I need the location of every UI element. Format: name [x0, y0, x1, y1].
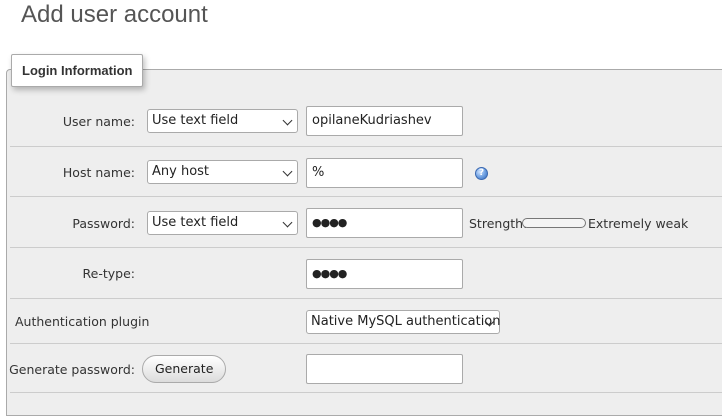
- strength-label: Strength:: [469, 216, 528, 231]
- strength-value: Extremely weak: [588, 216, 689, 231]
- username-row: User name: Use text field opilaneKudrias…: [10, 96, 722, 146]
- password-row: Password: Use text field ●●●● Strength: …: [10, 196, 722, 248]
- hostname-label: Host name:: [62, 165, 135, 180]
- password-label: Password:: [72, 216, 135, 231]
- auth-plugin-select[interactable]: Native MySQL authentication: [306, 310, 501, 334]
- password-type-value: Use text field: [152, 215, 239, 230]
- username-label: User name:: [62, 114, 135, 129]
- auth-plugin-value: Native MySQL authentication: [311, 314, 501, 329]
- generated-password-input[interactable]: [306, 354, 463, 384]
- info-icon[interactable]: ?: [475, 167, 488, 180]
- chevron-down-icon: [282, 115, 293, 126]
- auth-plugin-row: Authentication plugin Native MySQL authe…: [10, 298, 722, 344]
- hostname-type-select[interactable]: Any host: [147, 160, 298, 184]
- retype-row: Re-type: ●●●●: [10, 247, 722, 299]
- retype-input[interactable]: ●●●●: [306, 259, 463, 289]
- password-strength-meter: [522, 218, 586, 228]
- fieldset-legend: Login Information: [11, 54, 144, 87]
- auth-plugin-label: Authentication plugin: [15, 314, 150, 329]
- username-input[interactable]: opilaneKudriashev: [306, 106, 463, 136]
- hostname-row: Host name: Any host % ?: [10, 146, 722, 197]
- generate-password-row: Generate password: Generate: [9, 343, 722, 393]
- page-title: Add user account: [21, 1, 208, 28]
- hostname-type-value: Any host: [152, 164, 210, 179]
- password-input[interactable]: ●●●●: [306, 208, 463, 238]
- password-type-select[interactable]: Use text field: [147, 211, 298, 235]
- generate-password-label: Generate password:: [9, 362, 135, 377]
- username-type-value: Use text field: [152, 113, 239, 128]
- chevron-down-icon: [282, 217, 293, 228]
- chevron-down-icon: [282, 166, 293, 177]
- generate-button[interactable]: Generate: [142, 355, 227, 383]
- username-type-select[interactable]: Use text field: [147, 109, 298, 133]
- row-divider: [10, 392, 722, 406]
- hostname-input[interactable]: %: [306, 158, 463, 188]
- retype-label: Re-type:: [82, 266, 135, 281]
